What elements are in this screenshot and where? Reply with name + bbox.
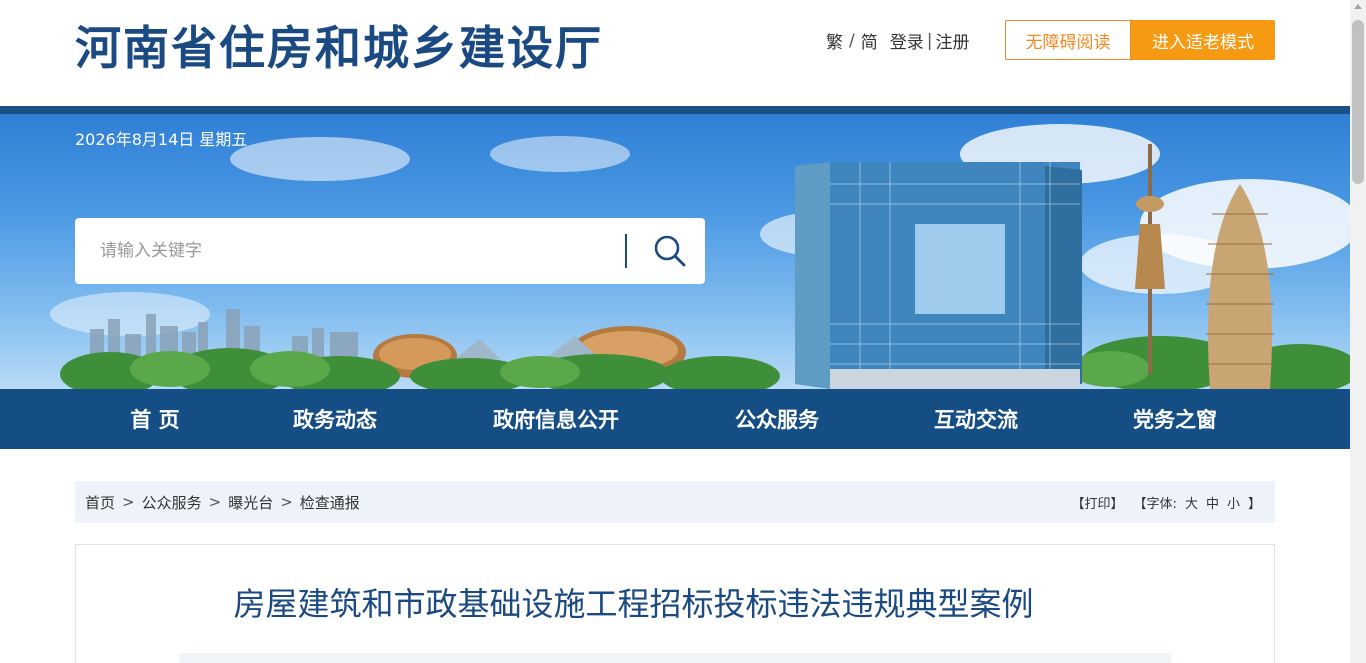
login-separator: | xyxy=(926,30,933,51)
breadcrumb-separator: > xyxy=(280,493,293,511)
elder-mode-button[interactable]: 进入适老模式 xyxy=(1131,20,1275,60)
page-tools: 【打印】 【字体: 大 中 小 】 xyxy=(1068,481,1261,523)
breadcrumb-separator: > xyxy=(122,493,135,511)
breadcrumb-item-public-service[interactable]: 公众服务 xyxy=(142,492,202,513)
nav-interaction[interactable]: 互动交流 xyxy=(896,389,1056,449)
article-title: 房屋建筑和市政基础设施工程招标投标违法违规典型案例 xyxy=(233,585,1034,623)
banner: 2026年8月14日 星期五 xyxy=(0,114,1350,389)
scroll-up-arrow-icon[interactable] xyxy=(1354,4,1362,9)
article-container: 房屋建筑和市政基础设施工程招标投标违法违规典型案例 xyxy=(75,544,1275,663)
traditional-chinese-link[interactable]: 繁 xyxy=(826,28,843,53)
vertical-scrollbar[interactable] xyxy=(1350,0,1366,663)
print-button[interactable]: 【打印】 xyxy=(1072,493,1124,512)
nav-public-service[interactable]: 公众服务 xyxy=(697,389,857,449)
nav-home[interactable]: 首 页 xyxy=(75,389,235,449)
breadcrumb-item-inspection[interactable]: 检查通报 xyxy=(300,492,360,513)
font-size-label: 【字体: xyxy=(1133,496,1177,512)
breadcrumb-bar: 首页 > 公众服务 > 曝光台 > 检查通报 【打印】 【字体: 大 中 小 】 xyxy=(75,481,1275,523)
font-large-button[interactable]: 大 xyxy=(1185,493,1198,512)
font-medium-button[interactable]: 中 xyxy=(1206,493,1219,512)
accessible-reading-button[interactable]: 无障碍阅读 xyxy=(1005,20,1131,60)
font-small-button[interactable]: 小 xyxy=(1227,493,1240,512)
main-nav: 首 页 政务动态 政府信息公开 公众服务 互动交流 党务之窗 xyxy=(0,389,1350,449)
site-title[interactable]: 河南省住房和城乡建设厅 xyxy=(75,12,603,78)
breadcrumb-item-home[interactable]: 首页 xyxy=(85,492,115,513)
banner-top-line xyxy=(0,106,1350,114)
breadcrumb-item-exposure[interactable]: 曝光台 xyxy=(228,492,273,513)
article-meta-bar xyxy=(179,653,1171,663)
search-button[interactable] xyxy=(635,218,705,284)
site-header: 河南省住房和城乡建设厅 繁 / 简 登录 | 注册 无障碍阅读 进入适老模式 xyxy=(0,0,1350,106)
lang-separator: / xyxy=(849,30,855,51)
nav-government-news[interactable]: 政务动态 xyxy=(255,389,415,449)
current-date: 2026年8月14日 星期五 xyxy=(75,130,248,149)
search-input[interactable] xyxy=(75,218,625,284)
search-divider xyxy=(625,234,627,268)
font-size-close: 】 xyxy=(1247,496,1261,512)
top-links: 繁 / 简 登录 | 注册 xyxy=(826,28,969,54)
simplified-chinese-link[interactable]: 简 xyxy=(861,28,878,53)
search-icon xyxy=(654,235,686,267)
search-box xyxy=(75,218,705,284)
breadcrumb-separator: > xyxy=(208,493,222,511)
scroll-thumb[interactable] xyxy=(1352,20,1364,184)
breadcrumb: 首页 > 公众服务 > 曝光台 > 检查通报 xyxy=(85,481,360,523)
nav-party-window[interactable]: 党务之窗 xyxy=(1095,389,1255,449)
nav-information-disclosure[interactable]: 政府信息公开 xyxy=(466,389,646,449)
login-link[interactable]: 登录 xyxy=(890,28,924,53)
register-link[interactable]: 注册 xyxy=(935,28,969,53)
